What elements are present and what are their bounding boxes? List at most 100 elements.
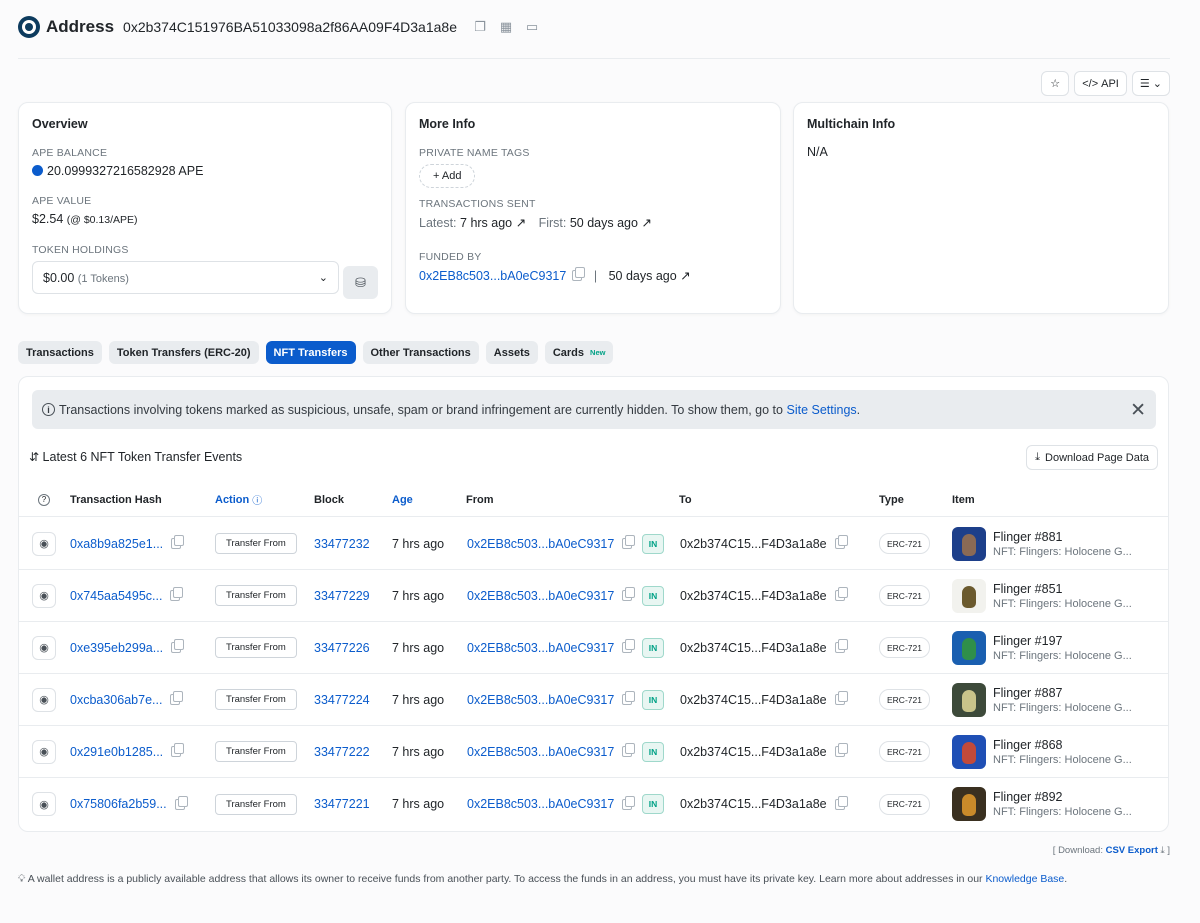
copy-icon[interactable] (170, 691, 184, 705)
site-settings-link[interactable]: Site Settings (786, 403, 856, 417)
token-holdings-dropdown[interactable]: $0.00 (1 Tokens) ⌄ (32, 261, 339, 294)
csv-export-link[interactable]: CSV Export (1106, 845, 1158, 856)
lightbulb-icon: 💡︎ (18, 873, 26, 885)
header-age[interactable]: Age (392, 483, 413, 516)
header-action[interactable]: Action ⓘ (215, 483, 262, 516)
block-link[interactable]: 33477232 (314, 537, 370, 551)
table-row: ◉ 0xcba306ab7e... Transfer From 33477224 7 h… (19, 674, 1168, 726)
copy-icon[interactable] (171, 535, 185, 549)
qr-code-icon[interactable]: ▦ (493, 17, 519, 37)
copy-icon[interactable] (622, 587, 636, 601)
private-tags-label: PRIVATE NAME TAGS (419, 147, 530, 159)
tx-hash-link[interactable]: 0xe395eb299a... (70, 641, 163, 655)
copy-icon[interactable] (834, 535, 848, 549)
tx-hash-link[interactable]: 0x75806fa2b59... (70, 797, 167, 811)
copy-icon[interactable] (171, 639, 185, 653)
copy-icon[interactable] (171, 743, 185, 757)
copy-icon[interactable] (170, 587, 184, 601)
tab-nft-transfers[interactable]: NFT Transfers (265, 341, 356, 364)
eye-icon[interactable]: ◉ (32, 583, 56, 608)
copy-icon[interactable]: ❐ (467, 17, 493, 37)
block-link[interactable]: 33477226 (314, 641, 370, 655)
copy-icon[interactable] (834, 639, 848, 653)
from-address-link[interactable]: 0x2EB8c503...bA0eC9317 (467, 641, 614, 655)
nft-face-shape (962, 794, 976, 816)
block-link[interactable]: 33477221 (314, 797, 370, 811)
nft-name-link[interactable]: Flinger #881 (993, 530, 1132, 544)
from-address-link[interactable]: 0x2EB8c503...bA0eC9317 (467, 693, 614, 707)
events-title-row: ⇵ Latest 6 NFT Token Transfer Events (29, 450, 242, 464)
events-title: Latest 6 NFT Token Transfer Events (42, 450, 243, 464)
nft-name-link[interactable]: Flinger #197 (993, 634, 1132, 648)
funded-age[interactable]: 50 days ago (609, 269, 677, 283)
tab-token-transfers[interactable]: Token Transfers (ERC-20) (108, 341, 259, 364)
copy-icon[interactable] (572, 267, 586, 281)
funded-by-label: FUNDED BY (419, 251, 482, 263)
api-button[interactable]: </> API (1074, 71, 1127, 96)
nft-name-link[interactable]: Flinger #868 (993, 738, 1132, 752)
tx-hash-link[interactable]: 0x745aa5495c... (70, 589, 162, 603)
nft-name-link[interactable]: Flinger #851 (993, 582, 1132, 596)
nft-thumbnail[interactable] (952, 734, 986, 769)
copy-icon[interactable] (622, 743, 636, 757)
from-address-link[interactable]: 0x2EB8c503...bA0eC9317 (467, 745, 614, 759)
knowledge-base-link[interactable]: Knowledge Base (985, 873, 1064, 885)
ape-balance-value: 20.0999327216582928 APE (47, 164, 204, 178)
from-address-link[interactable]: 0x2EB8c503...bA0eC9317 (467, 537, 614, 551)
nft-thumbnail[interactable] (952, 526, 986, 561)
token-type-badge: ERC-721 (879, 689, 930, 710)
download-icon: ⤓ (1035, 451, 1041, 463)
copy-icon[interactable] (834, 795, 848, 810)
eye-icon[interactable]: ◉ (32, 739, 56, 764)
copy-icon[interactable] (622, 639, 636, 653)
tab-assets[interactable]: Assets (485, 341, 538, 364)
eye-icon[interactable]: ◉ (32, 531, 56, 556)
from-address-link[interactable]: 0x2EB8c503...bA0eC9317 (467, 797, 614, 811)
more-options-button[interactable]: ☰ ⌄ (1131, 71, 1170, 96)
more-info-card: More Info PRIVATE NAME TAGS + Add TRANSA… (405, 102, 781, 314)
multichain-card: Multichain Info N/A (793, 102, 1169, 314)
copy-icon[interactable] (834, 691, 848, 705)
nft-thumbnail[interactable] (952, 682, 986, 717)
block-link[interactable]: 33477224 (314, 693, 370, 707)
help-icon[interactable]: ? (38, 483, 50, 516)
close-icon[interactable]: ✕ (1130, 399, 1146, 422)
copy-icon[interactable] (174, 795, 188, 810)
copy-icon[interactable] (622, 795, 636, 810)
nft-name-link[interactable]: Flinger #892 (993, 790, 1132, 804)
nft-thumbnail[interactable] (952, 578, 986, 613)
tab-other-transactions[interactable]: Other Transactions (362, 341, 479, 364)
nft-face-shape (962, 533, 976, 556)
tab-transactions[interactable]: Transactions (18, 341, 102, 364)
favorite-star-button[interactable]: ☆ (1041, 71, 1070, 96)
token-holdings-button[interactable]: ⛁ (343, 266, 378, 299)
tab-cards[interactable]: Cards New (544, 341, 614, 364)
copy-icon[interactable] (834, 587, 848, 601)
copy-icon[interactable] (622, 535, 636, 549)
copy-icon[interactable] (834, 743, 848, 757)
download-page-data-button[interactable]: ⤓ Download Page Data (1026, 445, 1158, 470)
add-tag-button[interactable]: + Add (419, 164, 476, 188)
token-type-badge: ERC-721 (879, 585, 930, 606)
tx-hash-link[interactable]: 0x291e0b1285... (70, 745, 163, 759)
nft-thumbnail[interactable] (952, 787, 986, 821)
block-link[interactable]: 33477229 (314, 589, 370, 603)
to-address: 0x2b374C15...F4D3a1a8e (680, 744, 827, 759)
from-address-link[interactable]: 0x2EB8c503...bA0eC9317 (467, 589, 614, 603)
eye-icon[interactable]: ◉ (32, 792, 56, 816)
funded-by-address-link[interactable]: 0x2EB8c503...bA0eC9317 (419, 269, 566, 283)
nft-thumbnail[interactable] (952, 630, 986, 665)
age-text: 7 hrs ago (392, 536, 445, 551)
sort-icon[interactable]: ⇵ (29, 450, 39, 464)
info-icon: i (42, 403, 55, 416)
nft-name-link[interactable]: Flinger #887 (993, 686, 1132, 700)
tx-hash-link[interactable]: 0xa8b9a825e1... (70, 537, 163, 551)
eye-icon[interactable]: ◉ (32, 635, 56, 660)
eye-icon[interactable]: ◉ (32, 687, 56, 712)
first-value[interactable]: 50 days ago (570, 216, 638, 230)
latest-value[interactable]: 7 hrs ago (460, 216, 512, 230)
copy-icon[interactable] (622, 691, 636, 705)
block-link[interactable]: 33477222 (314, 745, 370, 759)
comment-icon[interactable]: ▭ (519, 17, 545, 37)
tx-hash-link[interactable]: 0xcba306ab7e... (70, 693, 162, 707)
